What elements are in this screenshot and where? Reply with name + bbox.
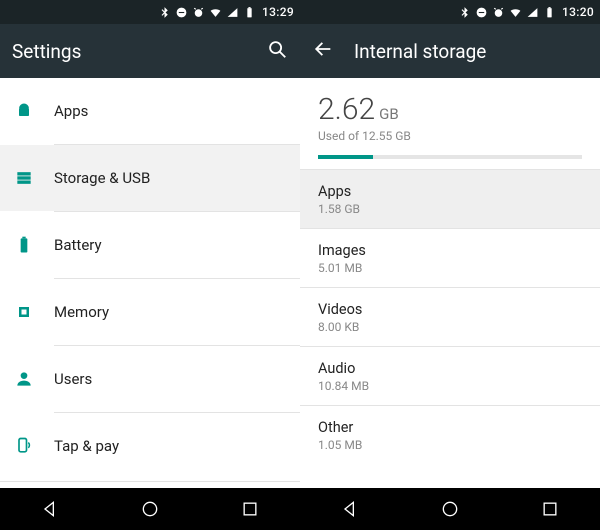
wifi-icon bbox=[509, 6, 522, 19]
dnd-icon bbox=[475, 6, 488, 19]
usage-bar-fill bbox=[318, 155, 373, 159]
status-clock: 13:29 bbox=[262, 5, 294, 19]
nav-recent[interactable] bbox=[526, 488, 574, 530]
bluetooth-icon bbox=[158, 6, 171, 19]
settings-item-apps[interactable]: Apps bbox=[0, 78, 300, 144]
settings-item-label: Tap & pay bbox=[54, 437, 119, 455]
nav-home[interactable] bbox=[426, 488, 474, 530]
section-personal: Personal bbox=[0, 481, 300, 488]
memory-icon bbox=[14, 302, 54, 322]
used-subline: Used of 12.55 GB bbox=[318, 129, 582, 143]
bluetooth-icon bbox=[458, 6, 471, 19]
settings-item-tap-pay[interactable]: Tap & pay bbox=[0, 413, 300, 479]
storage-cat-audio[interactable]: Audio 10.84 MB bbox=[300, 347, 600, 405]
settings-screen: 13:29 Settings Apps Storage & USB Batter… bbox=[0, 0, 300, 530]
storage-cat-videos[interactable]: Videos 8.00 KB bbox=[300, 288, 600, 346]
appbar-title: Settings bbox=[12, 40, 246, 63]
search-icon[interactable] bbox=[266, 38, 288, 64]
nav-back[interactable] bbox=[26, 488, 74, 530]
signal-icon bbox=[526, 6, 539, 19]
navbar bbox=[300, 488, 600, 530]
nav-recent[interactable] bbox=[226, 488, 274, 530]
navbar bbox=[0, 488, 300, 530]
storage-cat-other[interactable]: Other 1.05 MB bbox=[300, 406, 600, 464]
alarm-icon bbox=[492, 6, 505, 19]
battery-icon bbox=[243, 6, 256, 19]
back-icon[interactable] bbox=[312, 38, 334, 64]
settings-item-memory[interactable]: Memory bbox=[0, 279, 300, 345]
nav-home[interactable] bbox=[126, 488, 174, 530]
used-amount: 2.62GB bbox=[318, 92, 582, 127]
status-clock: 13:20 bbox=[562, 5, 594, 19]
alarm-icon bbox=[192, 6, 205, 19]
settings-item-label: Apps bbox=[54, 102, 88, 120]
nav-back[interactable] bbox=[326, 488, 374, 530]
settings-item-storage[interactable]: Storage & USB bbox=[0, 145, 300, 211]
settings-item-users[interactable]: Users bbox=[0, 346, 300, 412]
settings-item-label: Storage & USB bbox=[54, 169, 150, 187]
wifi-icon bbox=[209, 6, 222, 19]
usage-bar bbox=[318, 155, 582, 159]
settings-item-label: Memory bbox=[54, 303, 109, 321]
dnd-icon bbox=[175, 6, 188, 19]
battery-icon bbox=[14, 235, 54, 255]
user-icon bbox=[14, 369, 54, 389]
appbar: Settings bbox=[0, 24, 300, 78]
storage-cat-apps[interactable]: Apps 1.58 GB bbox=[300, 170, 600, 228]
appbar: Internal storage bbox=[300, 24, 600, 78]
battery-icon bbox=[543, 6, 556, 19]
appbar-title: Internal storage bbox=[354, 40, 588, 63]
storage-summary: 2.62GB Used of 12.55 GB bbox=[300, 78, 600, 169]
nfc-icon bbox=[14, 436, 54, 456]
signal-icon bbox=[226, 6, 239, 19]
settings-item-battery[interactable]: Battery bbox=[0, 212, 300, 278]
statusbar: 13:29 bbox=[0, 0, 300, 24]
storage-content: 2.62GB Used of 12.55 GB Apps 1.58 GB Ima… bbox=[300, 78, 600, 488]
storage-screen: 13:20 Internal storage 2.62GB Used of 12… bbox=[300, 0, 600, 530]
settings-item-label: Battery bbox=[54, 236, 102, 254]
statusbar: 13:20 bbox=[300, 0, 600, 24]
android-icon bbox=[14, 101, 54, 121]
storage-icon bbox=[14, 168, 54, 188]
settings-list: Apps Storage & USB Battery Memory Users … bbox=[0, 78, 300, 488]
settings-item-label: Users bbox=[54, 370, 92, 388]
storage-cat-images[interactable]: Images 5.01 MB bbox=[300, 229, 600, 287]
